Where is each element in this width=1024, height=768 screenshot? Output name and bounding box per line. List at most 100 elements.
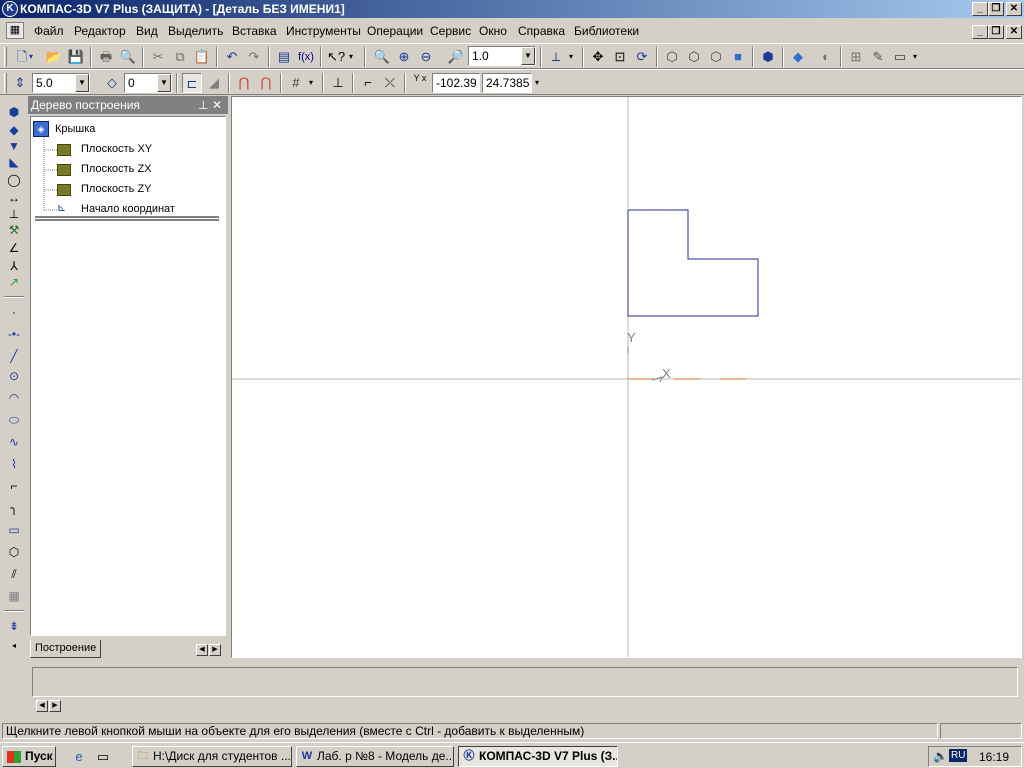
hatch-icon[interactable]: ⫽ [4, 564, 24, 584]
parametrization-icon[interactable]: ∠ [4, 238, 24, 258]
properties-icon[interactable]: ✎ [868, 47, 888, 67]
show-all-icon[interactable]: ⊡ [610, 47, 630, 67]
print-icon[interactable]: 🖶 [96, 47, 116, 67]
variables-icon[interactable]: ▤ [274, 47, 294, 67]
rectangle-icon[interactable]: ▭ [4, 520, 24, 540]
menu-service[interactable]: Сервис [430, 24, 471, 38]
display-mode-dropdown-icon[interactable]: ▾ [910, 47, 920, 67]
grid-dropdown-icon[interactable]: ▾ [306, 73, 316, 93]
doc-close-button[interactable]: ✕ [1006, 25, 1022, 39]
point-icon[interactable]: · [4, 302, 24, 322]
cursor-step-icon[interactable]: ⇕ [10, 73, 30, 93]
edit-details-icon[interactable]: ⬢ [4, 102, 24, 122]
menu-file[interactable]: Файл [34, 24, 64, 38]
pan-icon[interactable]: ✥ [588, 47, 608, 67]
scroll-down-icon[interactable]: ◂ [4, 636, 24, 656]
cursor-y-field[interactable]: 24.7385 [482, 73, 532, 93]
tree-item-plane-xy[interactable]: Плоскость XY [81, 143, 152, 155]
task-kompas[interactable]: Ⓚ КОМПАС-3D V7 Plus (З... [458, 746, 618, 767]
ortho-mode-icon[interactable]: ⊏ [182, 73, 202, 93]
print-preview-icon[interactable]: 🔍 [118, 47, 138, 67]
kompas-app-icon[interactable]: K [2, 1, 18, 17]
toolbar-grip[interactable] [4, 73, 7, 93]
restore-button[interactable]: ❐ [988, 2, 1004, 16]
doc-minimize-button[interactable]: _ [972, 25, 988, 39]
redo-icon[interactable]: ↷ [244, 47, 264, 67]
zoom-scale-combo[interactable]: 1.0 ▼ [468, 46, 536, 66]
copy-properties-icon[interactable]: ⇟ [4, 616, 24, 636]
tab-scroll-left-icon[interactable]: ◀ [196, 644, 208, 656]
arc-icon[interactable]: ◠ [4, 388, 24, 408]
menu-insert[interactable]: Вставка [232, 24, 277, 38]
section-icon[interactable]: ◆ [788, 47, 808, 67]
panel-scroll-left-icon[interactable]: ◀ [36, 700, 48, 712]
menu-select[interactable]: Выделить [168, 24, 223, 38]
document-menu-icon[interactable]: ▦ [6, 22, 24, 39]
menu-editor[interactable]: Редактор [74, 24, 126, 38]
internet-explorer-icon[interactable]: e [70, 748, 88, 765]
help-pointer-icon[interactable]: ↖? [326, 47, 346, 67]
tree-item-plane-zx[interactable]: Плоскость ZX [81, 163, 152, 175]
menu-libraries[interactable]: Библиотеки [574, 24, 639, 38]
start-button[interactable]: Пуск [2, 746, 56, 767]
show-desktop-icon[interactable]: ▭ [94, 748, 112, 765]
task-explorer[interactable]: 🗀 H:\Диск для студентов ... [132, 746, 292, 767]
local-cs-icon[interactable]: ◢ [204, 73, 224, 93]
menu-help[interactable]: Справка [518, 24, 565, 38]
pin-icon[interactable]: ⊥ [198, 96, 208, 114]
cut-icon[interactable]: ✂ [148, 47, 168, 67]
tree-root-label[interactable]: Крышка [55, 123, 95, 135]
close-button[interactable]: ✕ [1006, 2, 1022, 16]
wireframe-icon[interactable]: ⬡ [662, 47, 682, 67]
undo-icon[interactable]: ↶ [222, 47, 242, 67]
tab-scroll-right-icon[interactable]: ▶ [209, 644, 221, 656]
zoom-scale-icon[interactable]: 🔎 [446, 47, 466, 67]
coord-dropdown-icon[interactable]: ▾ [532, 73, 542, 93]
paste-icon[interactable]: 📋 [192, 47, 212, 67]
minimize-button[interactable]: _ [972, 2, 988, 16]
chamfer-icon[interactable]: ⌐ [4, 476, 24, 496]
zoom-in-icon[interactable]: ⊕ [394, 47, 414, 67]
panel-scroll-right-icon[interactable]: ▶ [49, 700, 61, 712]
polyline-icon[interactable]: ⌇ [4, 454, 24, 474]
drawing-canvas[interactable]: Y X [231, 96, 1022, 658]
step-combo[interactable]: 5.0 ▼ [32, 73, 90, 93]
fill-icon[interactable]: ▦ [4, 586, 24, 606]
function-fx-icon[interactable]: f(x) [296, 47, 316, 67]
sketch-svg[interactable]: Y X [232, 97, 1021, 657]
rotate-icon[interactable]: ⟳ [632, 47, 652, 67]
menu-window[interactable]: Окно [479, 24, 507, 38]
zoom-out-icon[interactable]: ⊖ [416, 47, 436, 67]
ellipse-icon[interactable]: ⬭ [4, 410, 24, 430]
selection-icon[interactable]: ↗ [4, 272, 24, 292]
orientation-axes-icon[interactable]: ⟂ [546, 47, 566, 67]
layer-icon[interactable]: ◇ [102, 73, 122, 93]
perspective-icon[interactable]: ⬢ [758, 47, 778, 67]
step-dropdown-icon[interactable]: ▼ [75, 74, 89, 92]
copy-icon[interactable]: ⧉ [170, 47, 190, 67]
volume-icon[interactable]: 🔈 [933, 749, 948, 763]
hidden-thin-lines-icon[interactable]: ⬡ [706, 47, 726, 67]
trim-icon[interactable]: ⤫ [380, 73, 400, 93]
tree-item-plane-zy[interactable]: Плоскость ZY [81, 183, 152, 195]
tree-close-icon[interactable]: ✕ [212, 96, 222, 114]
polygon-icon[interactable]: ⬡ [4, 542, 24, 562]
display-mode-icon[interactable]: ▭ [890, 47, 910, 67]
hidden-lines-icon[interactable]: ⬡ [684, 47, 704, 67]
spline-icon[interactable]: ∿ [4, 432, 24, 452]
orientation-dropdown-icon[interactable]: ▾ [566, 47, 576, 67]
zoom-scale-dropdown-icon[interactable]: ▼ [521, 47, 535, 65]
cursor-x-field[interactable]: -102.39 [432, 73, 480, 93]
shaded-icon[interactable]: ■ [728, 47, 748, 67]
grid-icon[interactable]: # [286, 73, 306, 93]
tab-build[interactable]: Построение [30, 640, 102, 658]
part-editing-icon[interactable]: ◣ [4, 152, 24, 172]
tree-item-origin[interactable]: Начало координат [81, 203, 175, 215]
coord-system-icon[interactable]: ⊥ [328, 73, 348, 93]
save-icon[interactable]: 💾 [66, 47, 86, 67]
layer-dropdown-icon[interactable]: ▼ [157, 74, 171, 92]
language-indicator[interactable]: RU [949, 749, 968, 762]
fillet-icon[interactable]: ⌐ [358, 73, 378, 93]
help-dropdown-icon[interactable]: ▾ [346, 47, 356, 67]
task-word[interactable]: W Лаб. р №8 - Модель де... [296, 746, 454, 767]
